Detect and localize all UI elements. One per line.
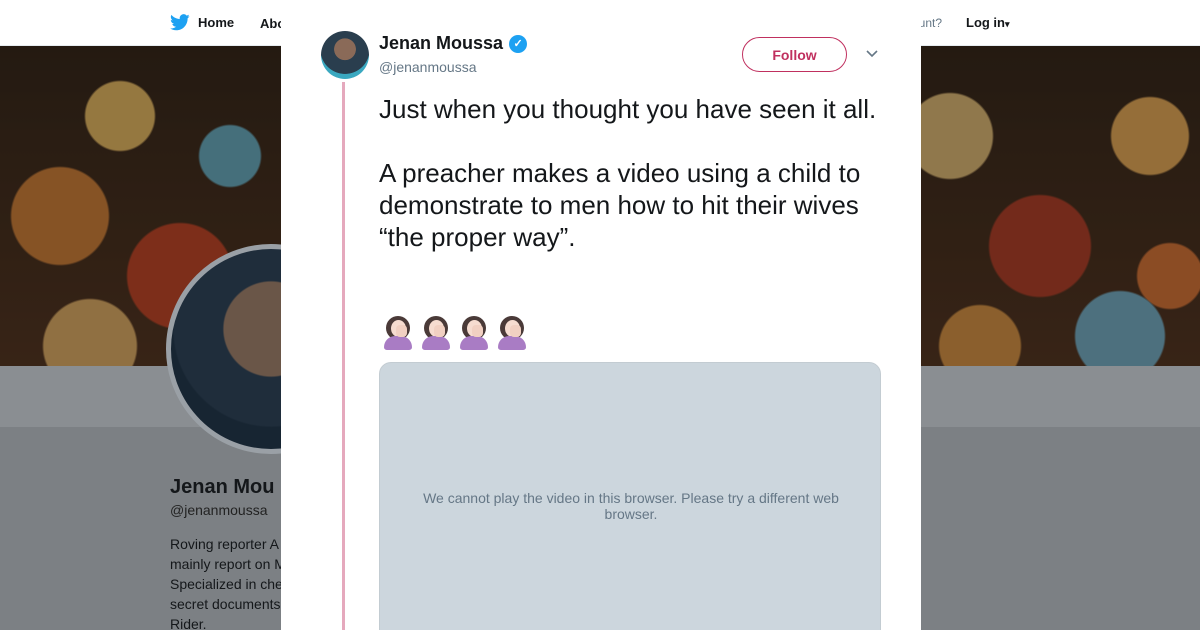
face-palm-woman-icon [497,314,527,350]
author-avatar[interactable] [321,31,369,79]
video-unsupported-message: We cannot play the video in this browser… [423,490,839,522]
login-label: Log in [966,15,1005,30]
author-name[interactable]: Jenan Moussa [379,33,503,54]
tweet-modal: Jenan Moussa ✓ @jenanmoussa Follow Just … [281,0,921,630]
bio-line: Roving reporter A [170,536,279,552]
author-name-row[interactable]: Jenan Moussa ✓ [379,33,528,54]
nav-home-label: Home [198,15,235,30]
follow-button[interactable]: Follow [742,37,847,72]
tweet-text: Just when you thought you have seen it a… [379,94,877,252]
bio-line: mainly report on M [170,556,286,572]
face-palm-woman-icon [383,314,413,350]
chevron-down-icon[interactable] [865,46,879,60]
thread-line [342,82,345,630]
face-palm-woman-icon [421,314,451,350]
author-handle[interactable]: @jenanmoussa [379,59,477,75]
profile-bio: Roving reporter A mainly report on M Spe… [170,534,290,630]
bio-line: Specialized in che [170,576,283,592]
emoji-row [383,314,527,350]
twitter-bird-icon [170,14,190,31]
profile-name: Jenan Mou [170,476,275,498]
nav-home-link[interactable]: Home [170,14,234,31]
close-modal-icon[interactable] [1154,12,1180,38]
bio-line: Rider. [170,616,207,630]
verified-badge-icon: ✓ [509,34,528,53]
profile-handle[interactable]: @jenanmoussa [170,502,268,518]
caret-down-icon: ▾ [1005,19,1010,29]
face-palm-woman-icon [459,314,489,350]
login-link[interactable]: Log in▾ [966,15,1010,30]
video-player[interactable]: We cannot play the video in this browser… [379,362,881,630]
bio-line: secret documents [170,596,281,612]
